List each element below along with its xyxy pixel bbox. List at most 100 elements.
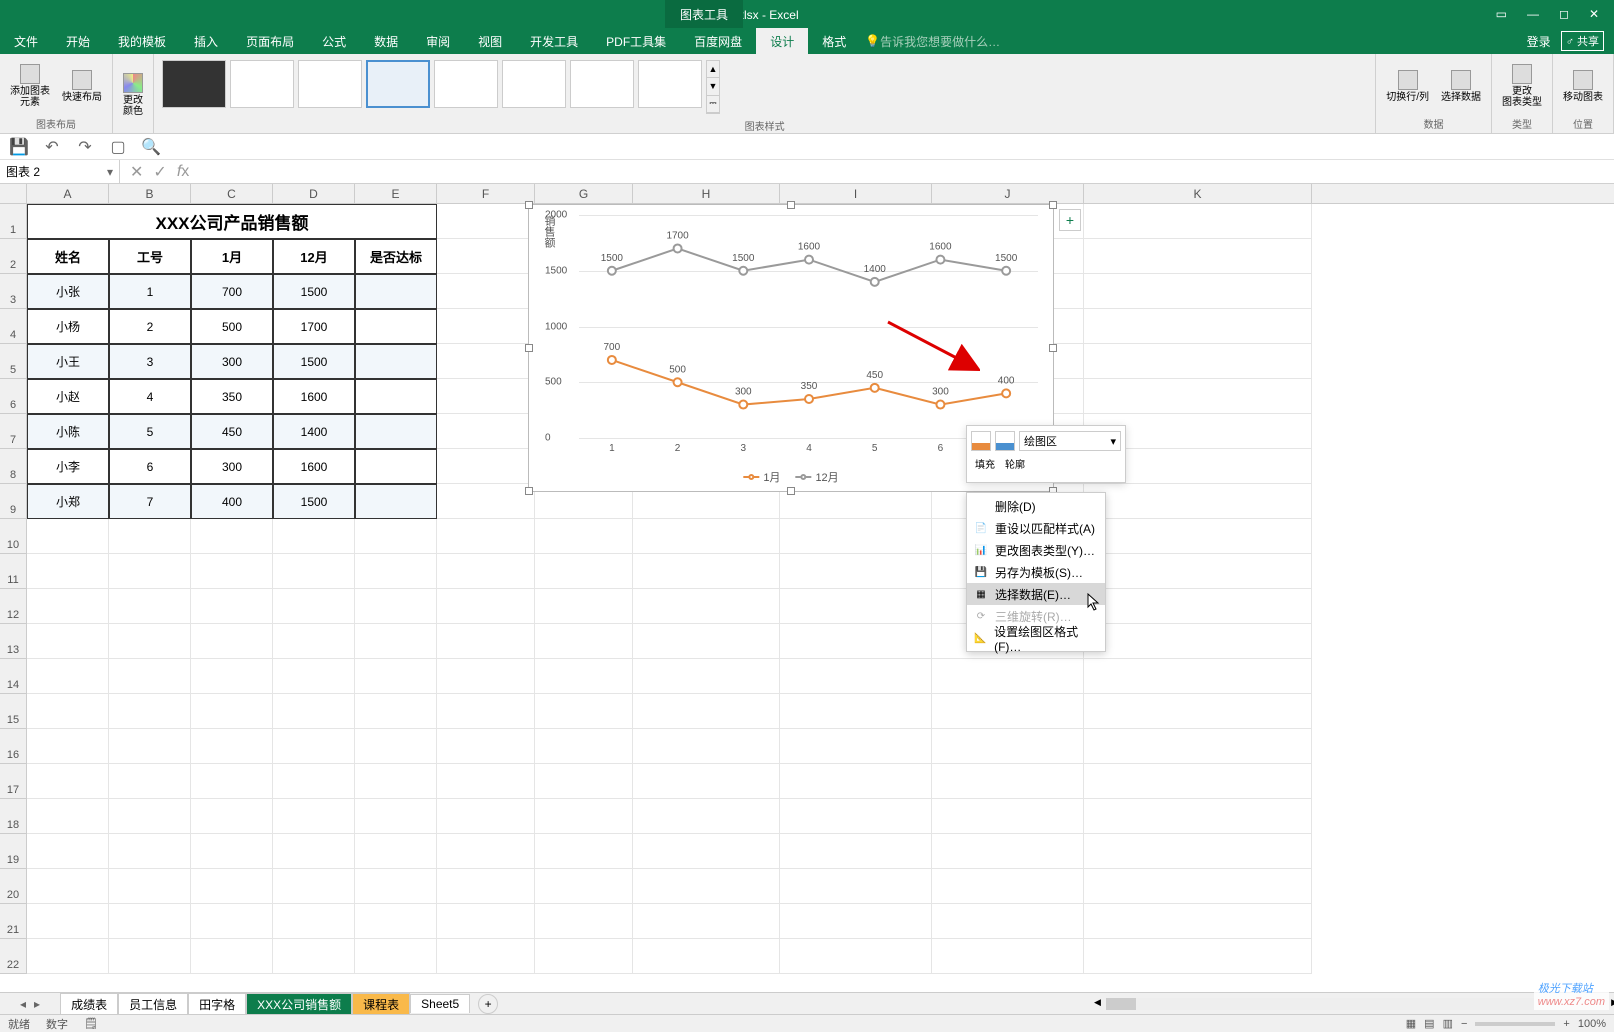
cell[interactable]: 小陈 — [27, 414, 109, 449]
row-header[interactable]: 17 — [0, 764, 27, 799]
cell[interactable]: 500 — [191, 309, 273, 344]
cell[interactable] — [191, 904, 273, 939]
row-header[interactable]: 21 — [0, 904, 27, 939]
cell[interactable] — [355, 589, 437, 624]
fill-icon[interactable] — [971, 431, 991, 451]
cell[interactable]: 6 — [109, 449, 191, 484]
cell[interactable] — [273, 939, 355, 974]
cell[interactable] — [273, 834, 355, 869]
cell[interactable] — [1084, 904, 1312, 939]
cell[interactable] — [437, 834, 535, 869]
tab-pdf[interactable]: PDF工具集 — [592, 28, 680, 54]
cell[interactable]: 300 — [191, 344, 273, 379]
row-header[interactable]: 20 — [0, 869, 27, 904]
cell[interactable] — [437, 344, 535, 379]
row-header[interactable]: 6 — [0, 379, 27, 414]
cell[interactable] — [1084, 274, 1312, 309]
cell[interactable] — [273, 869, 355, 904]
cell[interactable] — [355, 624, 437, 659]
change-colors-button[interactable]: 更改 颜色 — [119, 71, 147, 119]
outline-icon[interactable] — [995, 431, 1015, 451]
col-header-F[interactable]: F — [437, 184, 535, 203]
cell[interactable] — [1084, 624, 1312, 659]
chart-plus-button[interactable]: + — [1059, 209, 1081, 231]
tab-design[interactable]: 设计 — [756, 28, 808, 54]
new-sheet-button[interactable]: + — [478, 994, 498, 1014]
tab-view[interactable]: 视图 — [464, 28, 516, 54]
cell[interactable] — [109, 554, 191, 589]
cell[interactable] — [27, 764, 109, 799]
cell[interactable] — [1084, 939, 1312, 974]
sheet-nav-first-icon[interactable]: ◂ — [20, 997, 26, 1011]
sheet-tab[interactable]: 田字格 — [188, 993, 246, 1015]
cell[interactable]: 小李 — [27, 449, 109, 484]
cell[interactable]: 小王 — [27, 344, 109, 379]
cell[interactable] — [932, 764, 1084, 799]
cell[interactable] — [535, 869, 633, 904]
zoom-out-button[interactable]: − — [1461, 1018, 1467, 1030]
cell[interactable] — [191, 834, 273, 869]
view-pagebreak-icon[interactable]: ▥ — [1443, 1017, 1453, 1030]
cell[interactable] — [273, 589, 355, 624]
resize-handle[interactable] — [525, 201, 533, 209]
cell[interactable] — [27, 519, 109, 554]
qat-icon-1[interactable]: ▢ — [109, 138, 127, 156]
cell[interactable] — [932, 869, 1084, 904]
cell[interactable] — [27, 659, 109, 694]
cell[interactable] — [109, 729, 191, 764]
cell[interactable]: 2 — [109, 309, 191, 344]
cell[interactable] — [535, 624, 633, 659]
cell[interactable] — [355, 414, 437, 449]
cell[interactable] — [191, 589, 273, 624]
cell[interactable] — [273, 694, 355, 729]
cell[interactable] — [535, 939, 633, 974]
horizontal-scrollbar[interactable]: ◀ ▶ — [1106, 998, 1606, 1010]
cell[interactable] — [109, 869, 191, 904]
cell[interactable] — [932, 904, 1084, 939]
cell[interactable] — [109, 939, 191, 974]
cell[interactable] — [780, 694, 932, 729]
resize-handle[interactable] — [525, 344, 533, 352]
formula-input[interactable] — [199, 160, 1614, 183]
cell[interactable]: 1600 — [273, 379, 355, 414]
cell[interactable] — [191, 799, 273, 834]
cell[interactable] — [273, 624, 355, 659]
cell[interactable] — [633, 589, 780, 624]
cell[interactable] — [780, 764, 932, 799]
cell[interactable] — [355, 904, 437, 939]
cell[interactable] — [191, 939, 273, 974]
cell[interactable] — [535, 554, 633, 589]
row-header[interactable]: 15 — [0, 694, 27, 729]
cell[interactable] — [780, 519, 932, 554]
scrollbar-thumb[interactable] — [1106, 998, 1136, 1010]
cell[interactable] — [780, 624, 932, 659]
name-box-dropdown-icon[interactable]: ▾ — [107, 165, 113, 179]
cell[interactable] — [535, 589, 633, 624]
cell[interactable] — [109, 834, 191, 869]
tab-my-template[interactable]: 我的模板 — [104, 28, 180, 54]
cell[interactable] — [932, 799, 1084, 834]
ctx-reset-style[interactable]: 📄重设以匹配样式(A) — [967, 517, 1105, 539]
cell[interactable] — [932, 939, 1084, 974]
cell[interactable] — [191, 764, 273, 799]
legend-item[interactable]: 1月 — [743, 469, 780, 485]
cell[interactable]: 4 — [109, 379, 191, 414]
cell[interactable] — [109, 904, 191, 939]
row-header[interactable]: 22 — [0, 939, 27, 974]
save-icon[interactable]: 💾 — [10, 138, 28, 156]
legend-item[interactable]: 12月 — [795, 469, 838, 485]
tell-me-input[interactable]: 💡 告诉我您想要做什么… — [860, 33, 1526, 50]
cell[interactable] — [437, 309, 535, 344]
cell[interactable]: 1500 — [273, 344, 355, 379]
cell[interactable] — [535, 904, 633, 939]
tab-formulas[interactable]: 公式 — [308, 28, 360, 54]
cell[interactable] — [437, 659, 535, 694]
chart-style-6[interactable] — [502, 60, 566, 108]
chart-element-selector[interactable]: 绘图区 ▾ — [1019, 431, 1121, 451]
cell[interactable] — [1084, 869, 1312, 904]
gallery-more[interactable]: ⎓ — [707, 96, 719, 113]
col-header-G[interactable]: G — [535, 184, 633, 203]
cell[interactable] — [355, 869, 437, 904]
resize-handle[interactable] — [787, 201, 795, 209]
ribbon-options-icon[interactable]: ▭ — [1496, 7, 1507, 21]
